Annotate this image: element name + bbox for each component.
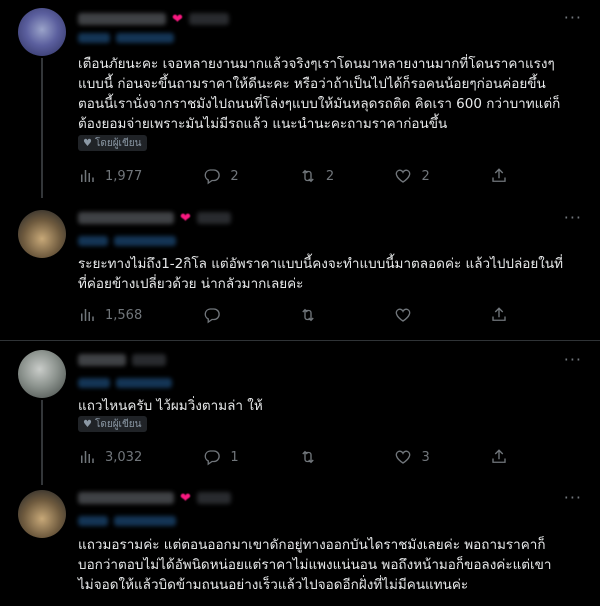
share-icon bbox=[492, 307, 506, 321]
like-button[interactable]: 2 bbox=[394, 167, 490, 185]
views-count: 3,032 bbox=[105, 449, 143, 465]
divider bbox=[0, 340, 600, 341]
views-count: 1,568 bbox=[105, 307, 143, 323]
heart-badge-icon: ❤ bbox=[180, 490, 191, 506]
author-name-blurred[interactable]: ❤ bbox=[78, 489, 231, 507]
tweet-actions: 1,977 2 2 2 bbox=[78, 166, 508, 186]
tweet-actions: 1,568 bbox=[78, 305, 508, 325]
avatar[interactable] bbox=[18, 490, 66, 538]
like-button[interactable]: 3 bbox=[394, 448, 490, 466]
share-button[interactable] bbox=[490, 306, 508, 324]
heart-icon: ♥ bbox=[83, 137, 92, 149]
tweet-text: ระยะทางไม่ถึง1-2กิโล แต่อัพราคาแบบนี้คงจ… bbox=[78, 256, 564, 292]
retweet-button[interactable]: 2 bbox=[299, 167, 395, 185]
views-button[interactable]: 1,977 bbox=[78, 167, 203, 185]
like-button[interactable] bbox=[394, 306, 490, 324]
thread-line bbox=[41, 400, 43, 485]
views-icon bbox=[81, 451, 94, 463]
like-icon bbox=[396, 169, 411, 183]
like-count: 3 bbox=[421, 449, 430, 465]
views-button[interactable]: 3,032 bbox=[78, 448, 203, 466]
thread-line bbox=[41, 58, 43, 198]
heart-badge-icon: ❤ bbox=[172, 11, 183, 27]
reply-button[interactable]: 2 bbox=[203, 167, 299, 185]
author-name-blurred[interactable]: ❤ bbox=[78, 10, 229, 28]
tweet-actions: 3,032 1 3 bbox=[78, 447, 508, 467]
liked-by-author-badge: ♥ โดยผู้เขียน bbox=[78, 416, 147, 432]
avatar[interactable] bbox=[18, 210, 66, 258]
more-options-icon[interactable]: ··· bbox=[564, 488, 582, 507]
author-handle-blurred[interactable] bbox=[78, 32, 174, 44]
more-options-icon[interactable]: ··· bbox=[564, 208, 582, 227]
views-button[interactable]: 1,568 bbox=[78, 306, 203, 324]
liked-by-author-badge: ♥ โดยผู้เขียน bbox=[78, 135, 147, 151]
liked-by-author-label: โดยผู้เขียน bbox=[94, 137, 142, 149]
heart-icon: ♥ bbox=[83, 418, 92, 430]
like-icon bbox=[396, 308, 411, 322]
reply-button[interactable]: 1 bbox=[203, 448, 299, 466]
tweet-text: แถวมอรามค่ะ แต่ตอนออกมาเขาดักอยู่ทางออกบ… bbox=[78, 537, 552, 593]
avatar[interactable] bbox=[18, 8, 66, 56]
reply-icon bbox=[205, 450, 221, 466]
like-icon bbox=[396, 450, 411, 464]
retweet-icon bbox=[302, 308, 314, 322]
views-icon bbox=[81, 170, 94, 182]
retweet-button[interactable] bbox=[299, 306, 395, 324]
author-name-blurred[interactable] bbox=[78, 351, 166, 369]
tweet-text: เตือนภัยนะคะ เจอหลายงานมากแล้วจริงๆเราโด… bbox=[78, 56, 561, 132]
share-button[interactable] bbox=[490, 167, 508, 185]
reply-count: 2 bbox=[230, 168, 239, 184]
retweet-icon bbox=[302, 169, 314, 183]
reply-icon bbox=[205, 169, 221, 185]
reply-button[interactable] bbox=[203, 306, 299, 324]
reply-count: 1 bbox=[230, 449, 239, 465]
author-handle-blurred[interactable] bbox=[78, 515, 176, 527]
liked-by-author-label: โดยผู้เขียน bbox=[94, 418, 142, 430]
views-icon bbox=[81, 309, 94, 321]
share-icon bbox=[492, 168, 506, 182]
more-options-icon[interactable]: ··· bbox=[564, 350, 582, 369]
share-icon bbox=[492, 449, 506, 463]
retweet-button[interactable] bbox=[299, 448, 395, 466]
more-options-icon[interactable]: ··· bbox=[564, 8, 582, 27]
retweet-count: 2 bbox=[325, 168, 335, 184]
like-count: 2 bbox=[421, 168, 430, 184]
author-handle-blurred[interactable] bbox=[78, 235, 176, 247]
views-count: 1,977 bbox=[105, 168, 143, 184]
heart-badge-icon: ❤ bbox=[180, 210, 191, 226]
author-handle-blurred[interactable] bbox=[78, 377, 172, 389]
tweet-text: แถวไหนครับ ไว้ผมวิ่งตามล่า ให้ bbox=[78, 398, 263, 414]
reply-icon bbox=[205, 308, 221, 324]
avatar[interactable] bbox=[18, 350, 66, 398]
retweet-icon bbox=[302, 450, 314, 464]
author-name-blurred[interactable]: ❤ bbox=[78, 209, 231, 227]
share-button[interactable] bbox=[490, 448, 508, 466]
